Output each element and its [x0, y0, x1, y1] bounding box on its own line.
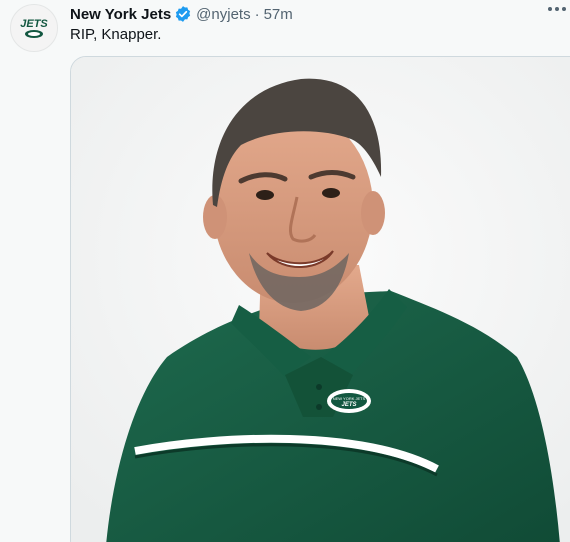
person-photo: NEW YORK JETS JETS	[71, 57, 570, 542]
jets-logo-icon: JETS	[20, 18, 48, 38]
avatar[interactable]: JETS	[10, 4, 58, 52]
verified-badge-icon	[176, 6, 191, 22]
svg-text:NEW YORK JETS: NEW YORK JETS	[333, 396, 366, 401]
tweet-text: RIP, Knapper.	[70, 26, 162, 43]
tweet[interactable]: JETS New York Jets @nyjets · 57m RIP, Kn…	[0, 0, 570, 542]
separator-dot: ·	[254, 5, 260, 23]
tweet-header: New York Jets @nyjets · 57m	[70, 4, 293, 24]
shirt-logo: NEW YORK JETS JETS	[327, 389, 371, 413]
more-options-icon[interactable]	[548, 2, 566, 16]
author-handle[interactable]: @nyjets	[196, 6, 250, 23]
tweet-timestamp[interactable]: 57m	[264, 6, 293, 23]
svg-text:JETS: JETS	[20, 18, 48, 30]
tweet-photo[interactable]: NEW YORK JETS JETS	[70, 56, 570, 542]
svg-text:JETS: JETS	[341, 402, 356, 408]
author-name[interactable]: New York Jets	[70, 6, 171, 23]
